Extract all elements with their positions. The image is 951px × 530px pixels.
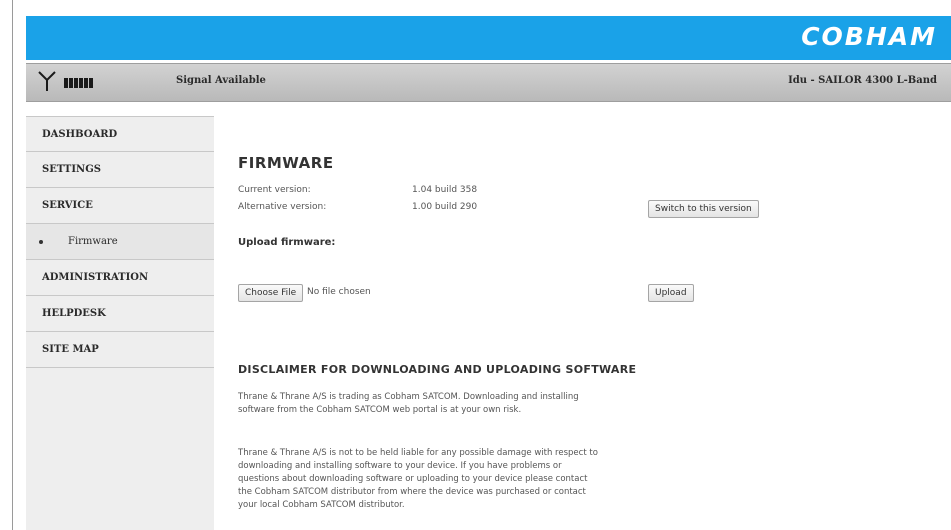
sidebar-item-dashboard[interactable]: DASHBOARD: [26, 116, 214, 152]
alternative-version-label: Alternative version:: [238, 202, 327, 212]
sidebar-item-administration[interactable]: ADMINISTRATION: [26, 260, 214, 296]
top-banner: COBHAM: [26, 16, 951, 60]
signal-status: Signal Available: [176, 75, 266, 86]
sidebar-item-site-map[interactable]: SITE MAP: [26, 332, 214, 368]
sidebar-item-label: DASHBOARD: [42, 129, 118, 140]
sidebar-item-firmware[interactable]: Firmware: [26, 224, 214, 260]
disclaimer-title: DISCLAIMER FOR DOWNLOADING AND UPLOADING…: [238, 363, 637, 376]
sidebar-item-label: HELPDESK: [42, 308, 106, 319]
sidebar-item-helpdesk[interactable]: HELPDESK: [26, 296, 214, 332]
disclaimer-paragraph: Thrane & Thrane A/S is not to be held li…: [238, 448, 598, 510]
sidebar-item-label: SERVICE: [42, 200, 93, 211]
upload-firmware-heading: Upload firmware:: [238, 237, 336, 248]
current-version-label: Current version:: [238, 185, 311, 195]
switch-version-button[interactable]: Switch to this version: [648, 200, 759, 218]
file-status: No file chosen: [307, 287, 371, 297]
cobham-logo: COBHAM: [801, 22, 937, 51]
disclaimer-paragraph: Thrane & Thrane A/S is trading as Cobham…: [238, 392, 579, 415]
page-title: FIRMWARE: [238, 154, 334, 172]
antenna-icon: [38, 71, 56, 91]
window-edge: [12, 0, 13, 530]
web-interface: COBHAM Signal Available Idu - SAILOR 430…: [26, 16, 951, 530]
sidebar-item-settings[interactable]: SETTINGS: [26, 152, 214, 188]
status-bar: Signal Available Idu - SAILOR 4300 L-Ban…: [26, 63, 951, 102]
sidebar-item-service[interactable]: SERVICE: [26, 188, 214, 224]
main-content: FIRMWARE Current version: 1.04 build 358…: [238, 116, 938, 530]
upload-button[interactable]: Upload: [648, 284, 694, 302]
sidebar-item-label: SITE MAP: [42, 344, 99, 355]
alternative-version-value: 1.00 build 290: [412, 202, 478, 212]
sidebar-nav: DASHBOARD SETTINGS SERVICE Firmware ADMI…: [26, 116, 214, 530]
device-name: Idu - SAILOR 4300 L-Band: [788, 75, 937, 86]
bullet-icon: [39, 240, 43, 244]
sidebar-item-label: SETTINGS: [42, 164, 101, 175]
sidebar-item-label: Firmware: [68, 236, 118, 247]
choose-file-button[interactable]: Choose File: [238, 284, 304, 302]
signal-strength-icon: [64, 78, 93, 88]
current-version-value: 1.04 build 358: [412, 185, 478, 195]
sidebar-item-label: ADMINISTRATION: [42, 272, 149, 283]
